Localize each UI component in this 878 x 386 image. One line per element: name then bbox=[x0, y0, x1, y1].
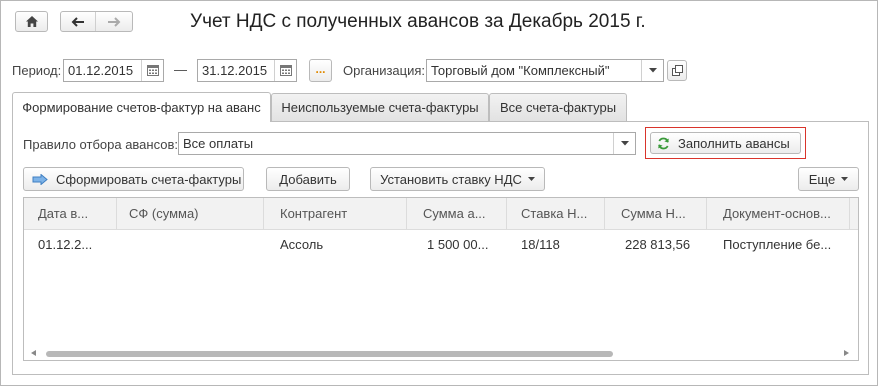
tab-form-invoices[interactable]: Формирование счетов-фактур на аванс bbox=[12, 92, 271, 122]
add-label: Добавить bbox=[279, 171, 337, 187]
period-from-field[interactable]: 01.12.2015 bbox=[63, 59, 164, 82]
period-select-label: ... bbox=[315, 61, 326, 76]
tab-label: Формирование счетов-фактур на аванс bbox=[22, 100, 261, 115]
arrow-right-icon bbox=[108, 16, 121, 27]
column-header-counterparty[interactable]: Контрагент bbox=[264, 198, 407, 229]
home-icon bbox=[25, 16, 38, 27]
rule-label: Правило отбора авансов: bbox=[23, 137, 178, 152]
column-header-document[interactable]: Документ-основ... bbox=[707, 198, 850, 229]
chevron-down-icon bbox=[527, 177, 535, 181]
home-button[interactable] bbox=[15, 11, 48, 32]
back-button[interactable] bbox=[61, 12, 96, 31]
period-label: Период: bbox=[12, 63, 62, 78]
arrow-left-icon bbox=[71, 16, 84, 27]
arrow-right-icon bbox=[32, 173, 48, 185]
calendar-icon bbox=[279, 65, 292, 76]
column-header-filler bbox=[850, 198, 858, 229]
table-header: Дата в... СФ (сумма) Контрагент Сумма а.… bbox=[24, 198, 858, 230]
set-vat-rate-button[interactable]: Установить ставку НДС bbox=[370, 167, 545, 191]
set-vat-rate-label: Установить ставку НДС bbox=[380, 171, 522, 187]
period-to-value: 31.12.2015 bbox=[202, 63, 268, 78]
refresh-icon bbox=[658, 137, 669, 149]
column-header-advance-sum[interactable]: Сумма а... bbox=[407, 198, 507, 229]
cell-invoice bbox=[117, 229, 264, 259]
column-header-date[interactable]: Дата в... bbox=[24, 198, 117, 229]
organization-dropdown-button[interactable] bbox=[641, 60, 663, 81]
tab-label: Все счета-фактуры bbox=[499, 100, 617, 115]
cell-vat-sum: 228 813,56 bbox=[625, 236, 691, 252]
cell-document: Поступление бе... bbox=[723, 236, 832, 252]
organization-field[interactable]: Торговый дом "Комплексный" bbox=[426, 59, 664, 82]
forward-button[interactable] bbox=[96, 12, 132, 31]
cell-advance-sum: 1 500 00... bbox=[427, 236, 489, 252]
fill-advances-label: Заполнить авансы bbox=[678, 135, 790, 151]
scrollbar-thumb[interactable] bbox=[46, 351, 613, 357]
organization-open-button[interactable] bbox=[667, 60, 687, 81]
cell-date: 01.12.2... bbox=[38, 236, 93, 252]
calendar-icon bbox=[146, 65, 159, 76]
chevron-down-icon bbox=[841, 177, 849, 181]
period-dash: — bbox=[174, 62, 187, 77]
scroll-right-arrow[interactable] bbox=[844, 350, 849, 356]
advances-table: Дата в... СФ (сумма) Контрагент Сумма а.… bbox=[23, 197, 859, 361]
column-header-invoice[interactable]: СФ (сумма) bbox=[117, 198, 264, 229]
chevron-down-icon bbox=[648, 68, 657, 73]
more-actions-label: Еще bbox=[808, 171, 836, 187]
cell-vat-rate: 18/118 bbox=[521, 236, 560, 252]
period-to-field[interactable]: 31.12.2015 bbox=[197, 59, 297, 82]
scroll-left-arrow[interactable] bbox=[31, 350, 36, 356]
rule-value: Все оплаты bbox=[183, 136, 254, 151]
period-from-value: 01.12.2015 bbox=[68, 63, 134, 78]
add-button[interactable]: Добавить bbox=[266, 167, 350, 191]
fill-advances-button[interactable]: Заполнить авансы bbox=[650, 132, 801, 154]
more-actions-button[interactable]: Еще bbox=[798, 167, 859, 191]
page-title: Учет НДС с полученных авансов за Декабрь… bbox=[190, 11, 646, 32]
tab-all-invoices[interactable]: Все счета-фактуры bbox=[489, 93, 627, 121]
period-select-button[interactable]: ... bbox=[309, 59, 332, 82]
rule-field[interactable]: Все оплаты bbox=[178, 132, 636, 155]
open-window-icon bbox=[671, 65, 683, 76]
form-invoices-label: Сформировать счета-фактуры bbox=[56, 171, 242, 187]
calendar-from-button[interactable] bbox=[141, 60, 163, 81]
chevron-down-icon bbox=[620, 141, 629, 146]
organization-value: Торговый дом "Комплексный" bbox=[431, 63, 610, 78]
organization-label: Организация: bbox=[343, 63, 426, 78]
column-header-vat-rate[interactable]: Ставка Н... bbox=[507, 198, 605, 229]
tab-label: Неиспользуемые счета-фактуры bbox=[281, 100, 479, 115]
form-invoices-button[interactable]: Сформировать счета-фактуры bbox=[23, 167, 244, 191]
column-header-vat-sum[interactable]: Сумма Н... bbox=[605, 198, 707, 229]
cell-counterparty: Ассоль bbox=[280, 236, 324, 252]
horizontal-scrollbar[interactable] bbox=[24, 346, 858, 360]
rule-dropdown-button[interactable] bbox=[613, 133, 635, 154]
calendar-to-button[interactable] bbox=[274, 60, 296, 81]
tab-unused-invoices[interactable]: Неиспользуемые счета-фактуры bbox=[271, 93, 489, 121]
